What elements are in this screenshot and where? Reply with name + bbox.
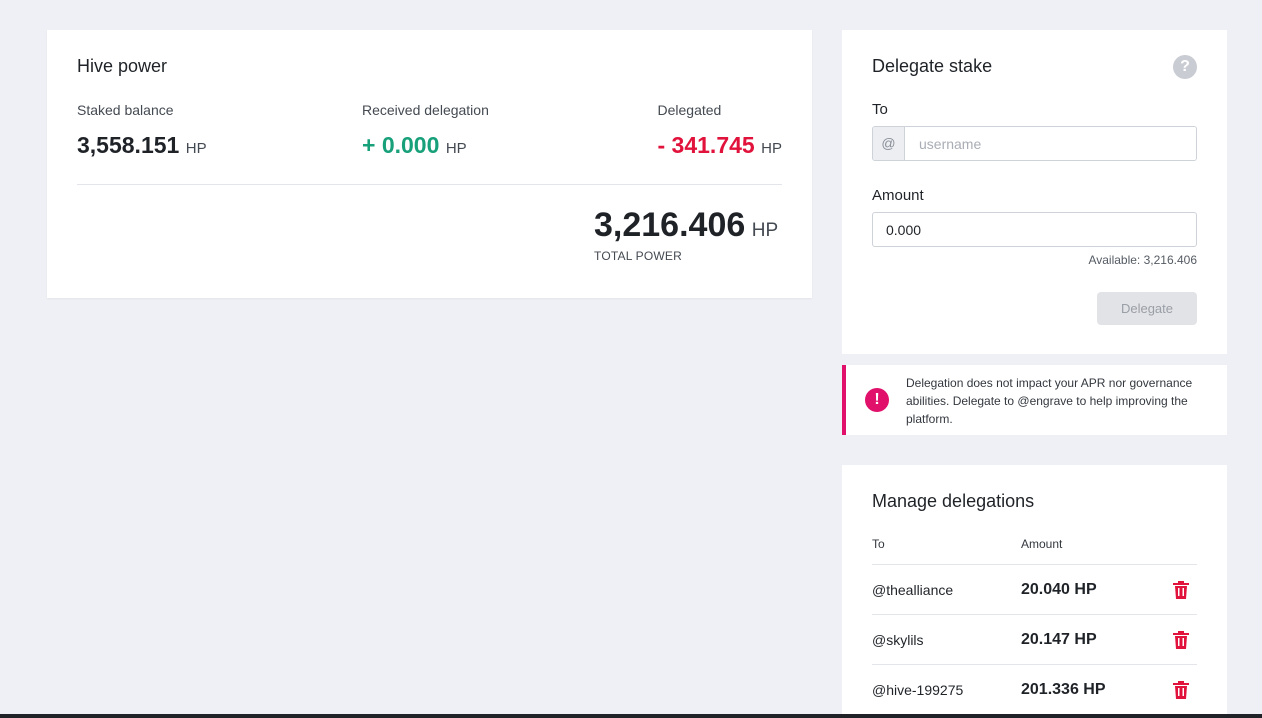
amount-input[interactable]: [872, 212, 1197, 247]
at-prefix: @: [873, 127, 905, 160]
delegation-info-text: Delegation does not impact your APR nor …: [906, 376, 1193, 426]
table-row: @skylils 20.147 HP: [872, 614, 1197, 664]
to-field: @: [872, 126, 1197, 161]
total-power-label: TOTAL POWER: [594, 249, 682, 263]
received-delegation-value: + 0.000: [362, 132, 440, 158]
delegation-info-note: ! Delegation does not impact your APR no…: [842, 365, 1227, 435]
delegated-value-wrap: - 341.745 HP: [658, 132, 783, 159]
table-row: @hive-199275 201.336 HP: [872, 664, 1197, 714]
delegation-amount: 20.040 HP: [1021, 581, 1097, 598]
question-mark-icon[interactable]: ?: [1173, 55, 1197, 79]
delegated-label: Delegated: [657, 102, 722, 118]
amount-label: Amount: [872, 187, 924, 204]
delegate-button[interactable]: Delegate: [1097, 292, 1197, 325]
delegation-user: @hive-199275: [872, 682, 964, 698]
bottom-edge-bar: [0, 714, 1262, 718]
exclamation-icon: !: [865, 388, 889, 412]
delegation-user: @skylils: [872, 632, 924, 648]
table-row: @thealliance 20.040 HP: [872, 564, 1197, 614]
delegate-stake-title: Delegate stake: [872, 56, 993, 76]
hive-power-title: Hive power: [77, 56, 168, 76]
staked-balance-value-wrap: 3,558.151 HP: [77, 132, 207, 159]
received-delegation-label: Received delegation: [362, 102, 489, 118]
delegations-table-header: To Amount: [872, 537, 1197, 565]
delegation-user: @thealliance: [872, 582, 954, 598]
staked-balance-unit: HP: [185, 140, 207, 157]
manage-delegations-card: Manage delegations To Amount @theallianc…: [842, 465, 1227, 718]
delegation-amount: 20.147 HP: [1021, 631, 1097, 648]
total-power: 3,216.406 HP TOTAL POWER: [594, 206, 778, 263]
available-balance: Available: 3,216.406: [1088, 253, 1197, 267]
hive-power-stats: Staked balance 3,558.151 HP Received del…: [77, 102, 782, 162]
received-delegation-stat: Received delegation + 0.000 HP: [362, 102, 489, 159]
total-power-value: 3,216.406: [594, 206, 746, 244]
delegate-stake-card: Delegate stake ? To @ Amount Available: …: [842, 30, 1227, 354]
received-delegation-value-wrap: + 0.000 HP: [362, 132, 489, 159]
username-input[interactable]: [905, 127, 1196, 160]
delegated-stat: Delegated - 341.745 HP: [658, 102, 783, 159]
manage-delegations-title: Manage delegations: [872, 491, 1035, 511]
to-label: To: [872, 101, 888, 118]
trash-icon[interactable]: [1173, 681, 1189, 699]
staked-balance-value: 3,558.151: [77, 132, 180, 158]
trash-icon[interactable]: [1173, 631, 1189, 649]
trash-icon[interactable]: [1173, 581, 1189, 599]
staked-balance-label: Staked balance: [77, 102, 174, 118]
page: Hive power Staked balance 3,558.151 HP R…: [0, 0, 1262, 718]
total-power-value-wrap: 3,216.406 HP: [594, 206, 778, 245]
header-amount: Amount: [1021, 537, 1063, 551]
header-to: To: [872, 537, 885, 551]
delegated-unit: HP: [761, 140, 782, 157]
hive-power-divider: [77, 184, 782, 185]
staked-balance-stat: Staked balance 3,558.151 HP: [77, 102, 207, 159]
received-delegation-unit: HP: [445, 140, 467, 157]
delegation-amount: 201.336 HP: [1021, 681, 1106, 698]
total-power-unit: HP: [751, 220, 779, 241]
delegated-value: - 341.745: [657, 132, 755, 158]
